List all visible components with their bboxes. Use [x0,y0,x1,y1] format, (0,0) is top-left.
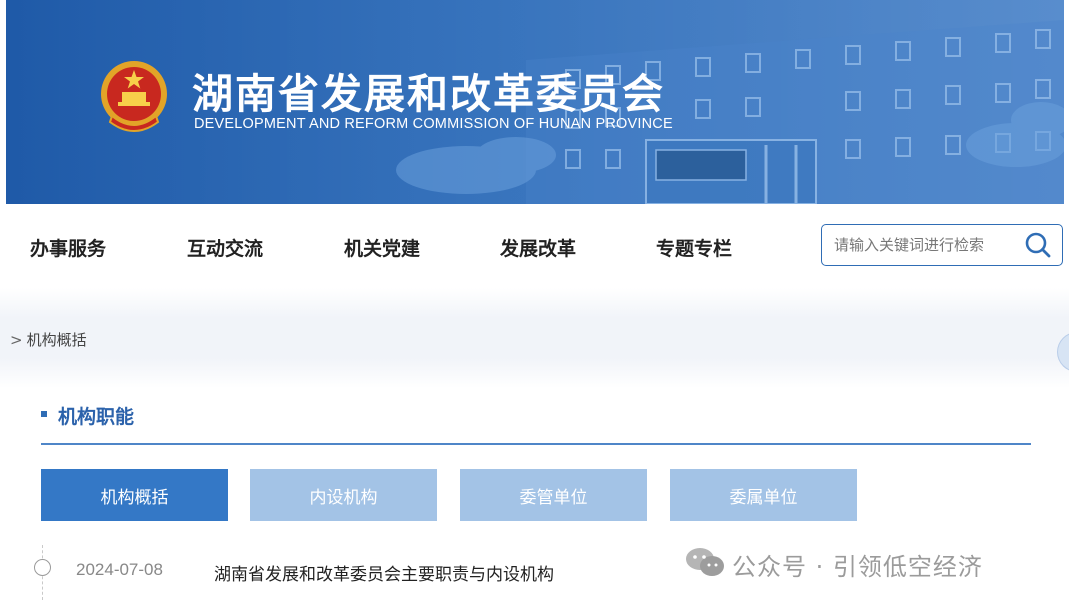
tab-overview[interactable]: 机构概括 [41,469,228,521]
nav-item-development-reform[interactable]: 发展改革 [500,234,576,261]
list-item-title[interactable]: 湖南省发展和改革委员会主要职责与内设机构 [214,560,554,585]
tab-internal-departments[interactable]: 内设机构 [250,469,437,521]
timeline-dot-icon [34,559,51,576]
breadcrumb-separator: > [10,331,23,349]
nav-item-special-topics[interactable]: 专题专栏 [656,234,732,261]
search-icon[interactable] [1024,231,1052,259]
list-item-date: 2024-07-08 [76,560,163,579]
tab-managed-units[interactable]: 委管单位 [460,469,647,521]
nav-item-party-building[interactable]: 机关党建 [344,234,420,261]
nav-item-interaction[interactable]: 互动交流 [187,234,263,261]
site-title: 湖南省发展和改革委员会 [192,70,665,118]
page: 湖南省发展和改革委员会 DEVELOPMENT AND REFORM COMMI… [0,0,1069,600]
tab-affiliated-units[interactable]: 委属单位 [670,469,857,521]
site-subtitle: DEVELOPMENT AND REFORM COMMISSION OF HUN… [194,116,673,132]
section-marker [41,411,47,417]
breadcrumb-current[interactable]: 机构概括 [27,331,87,349]
national-emblem-icon [101,61,167,132]
section-title: 机构职能 [58,406,135,428]
breadcrumb: > 机构概括 [10,329,87,350]
breadcrumb-band [0,288,1069,388]
search-input[interactable] [834,233,1024,257]
site-banner: 湖南省发展和改革委员会 DEVELOPMENT AND REFORM COMMI… [6,0,1064,204]
nav-item-services[interactable]: 办事服务 [30,234,106,261]
watermark-text: 公众号 · 引领低空经济 [732,553,983,581]
wechat-icon [686,548,724,576]
section-divider [41,443,1031,445]
